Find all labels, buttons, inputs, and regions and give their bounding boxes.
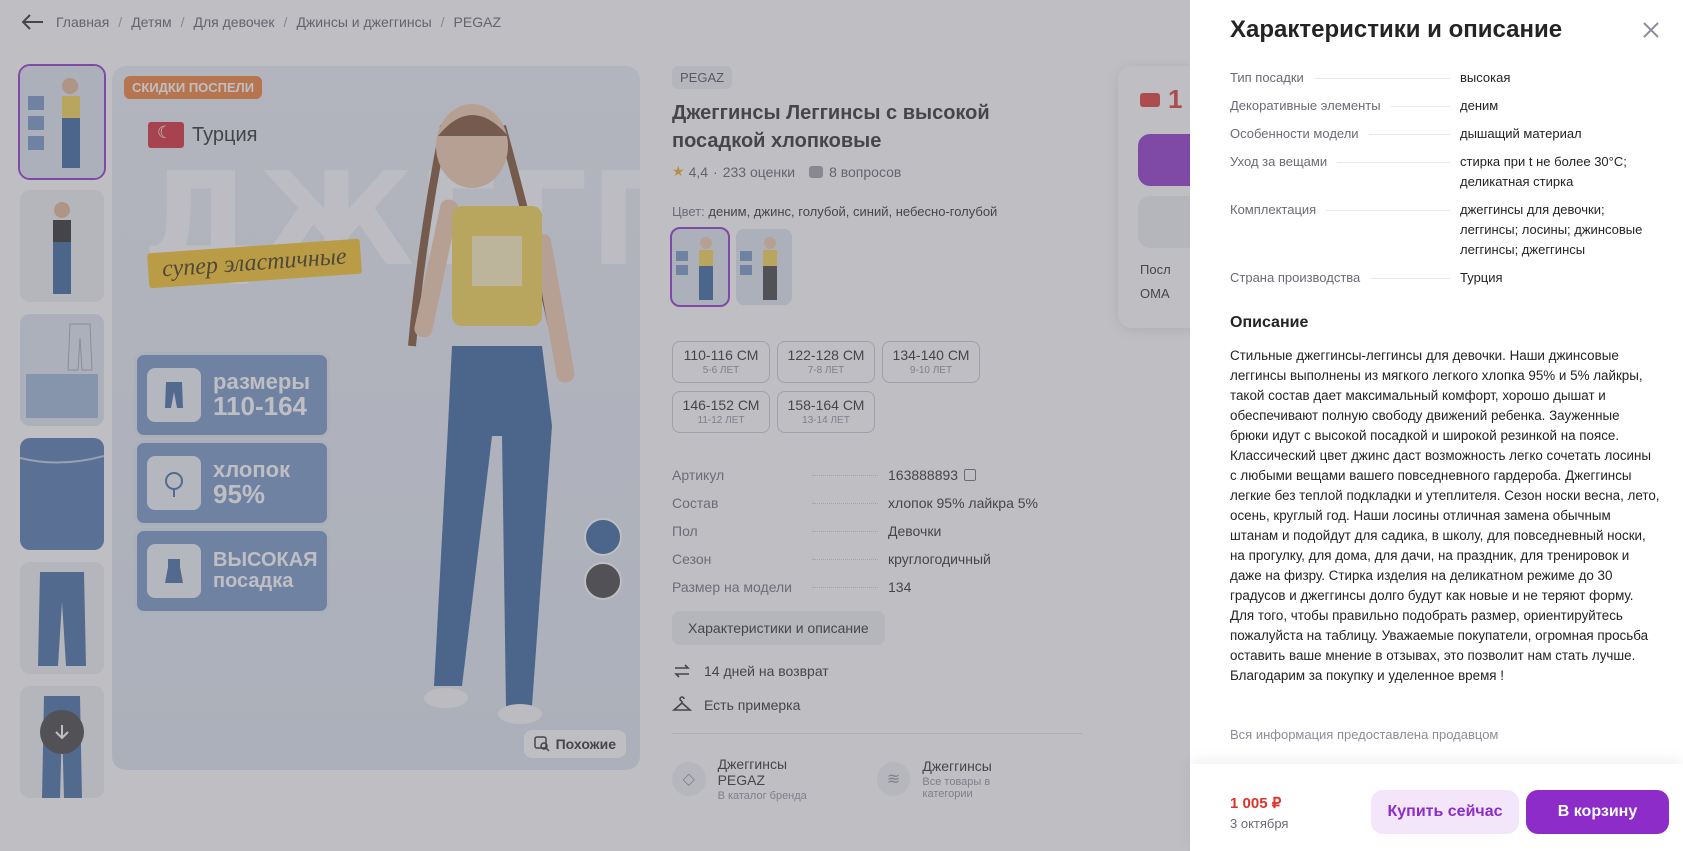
char-value: высокая <box>1460 70 1511 85</box>
footer-price: 1 005 ₽ <box>1230 795 1282 812</box>
add-to-cart-button[interactable]: В корзину <box>1526 790 1669 834</box>
char-key: Декоративные элементы <box>1230 98 1381 113</box>
char-key: Комплектация <box>1230 202 1317 217</box>
char-row: Особенности модели дышащий материал <box>1230 124 1650 144</box>
close-icon[interactable] <box>1639 18 1663 42</box>
description-title: Описание <box>1230 314 1309 331</box>
char-value: джеггинсы для девочки; леггинсы; лосины;… <box>1460 202 1643 257</box>
char-row: Страна производства Турция <box>1230 268 1650 288</box>
seller-note: Вся информация предоставлена продавцом <box>1230 727 1499 742</box>
description-text: Стильные джеггинсы-леггинсы для девочки.… <box>1230 348 1660 683</box>
buy-now-button[interactable]: Купить сейчас <box>1371 790 1519 834</box>
char-value: стирка при t не более 30°C; деликатная с… <box>1460 154 1627 189</box>
char-row: Тип посадки высокая <box>1230 68 1650 88</box>
char-key: Тип посадки <box>1230 70 1304 85</box>
char-row: Комплектация джеггинсы для девочки; легги… <box>1230 200 1650 260</box>
characteristics-panel: Характеристики и описание Тип посадки выс… <box>1190 0 1683 851</box>
char-row: Декоративные элементы деним <box>1230 96 1650 116</box>
char-key: Особенности модели <box>1230 126 1359 141</box>
char-key: Страна производства <box>1230 270 1361 285</box>
delivery-date: 3 октября <box>1230 816 1289 831</box>
char-value: деним <box>1460 98 1499 113</box>
char-row: Уход за вещами стирка при t не более 30°C… <box>1230 152 1650 192</box>
panel-footer: 1 005 ₽ 3 октября Купить сейчас В корзин… <box>1190 764 1683 851</box>
panel-title: Характеристики и описание <box>1230 16 1563 43</box>
char-value: дышащий материал <box>1460 126 1582 141</box>
char-key: Уход за вещами <box>1230 154 1328 169</box>
char-value: Турция <box>1460 270 1503 285</box>
characteristics-list: Тип посадки высокая Декоративные элементы… <box>1230 68 1650 296</box>
